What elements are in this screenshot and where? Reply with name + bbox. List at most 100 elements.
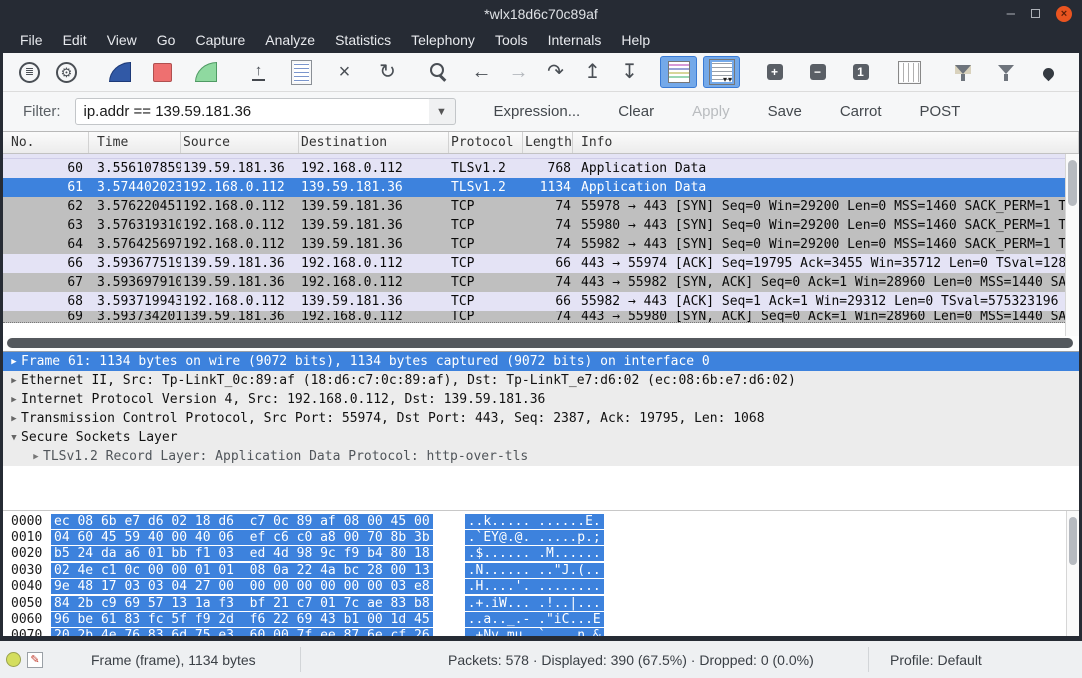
- expert-info-icon[interactable]: [6, 652, 21, 667]
- colorize-packets-icon[interactable]: [660, 56, 697, 88]
- filter-dropdown-button[interactable]: ▼: [429, 98, 456, 125]
- hex-row[interactable]: 0070 20 2b 4e 76 83 6d 75 e3 60 00 7f ee…: [3, 628, 1079, 636]
- capture-start-icon[interactable]: [101, 56, 138, 88]
- column-header-info[interactable]: Info: [573, 132, 1079, 153]
- menu-item[interactable]: Edit: [53, 29, 97, 51]
- column-header-destination[interactable]: Destination: [299, 132, 449, 153]
- save-capture-file-icon[interactable]: [283, 56, 320, 88]
- column-header-protocol[interactable]: Protocol: [449, 132, 523, 153]
- go-to-last-icon[interactable]: ↧: [611, 56, 648, 88]
- hex-bytes[interactable]: 9e 48 17 03 03 04 27 00 00 00 00 00 00 0…: [51, 579, 433, 594]
- filter-input[interactable]: [75, 98, 431, 125]
- packet-row[interactable]: 60 3.556107859 139.59.181.36 192.168.0.1…: [3, 159, 1065, 178]
- menu-item[interactable]: Help: [611, 29, 660, 51]
- detail-row[interactable]: ▶ Internet Protocol Version 4, Src: 192.…: [3, 390, 1079, 409]
- menu-item[interactable]: Go: [147, 29, 186, 51]
- menu-item[interactable]: Statistics: [325, 29, 401, 51]
- detail-row[interactable]: ▶ Ethernet II, Src: Tp-LinkT_0c:89:af (1…: [3, 371, 1079, 390]
- hex-bytes[interactable]: 20 2b 4e 76 83 6d 75 e3 60 00 7f ee 87 6…: [51, 628, 433, 636]
- hex-row[interactable]: 0040 9e 48 17 03 03 04 27 00 00 00 00 00…: [3, 579, 1079, 595]
- display-filters-icon[interactable]: [987, 56, 1024, 88]
- packet-row[interactable]: 69 3.593734201 139.59.181.36 192.168.0.1…: [3, 311, 1065, 323]
- expand-arrow-icon[interactable]: ▼: [7, 433, 21, 443]
- hex-scrollbar-thumb[interactable]: [1069, 517, 1077, 565]
- status-profile[interactable]: Profile: Default: [890, 652, 982, 668]
- packet-row[interactable]: 68 3.593719943 192.168.0.112 139.59.181.…: [3, 292, 1065, 311]
- hex-ascii[interactable]: .+.iW... .!..|...: [465, 596, 604, 611]
- hex-bytes[interactable]: 96 be 61 83 fc 5f f9 2d f6 22 69 43 b1 0…: [51, 612, 433, 627]
- packet-row[interactable]: 64 3.576425697 192.168.0.112 139.59.181.…: [3, 235, 1065, 254]
- expand-arrow-icon[interactable]: ▶: [7, 376, 21, 386]
- column-header-source[interactable]: Source: [181, 132, 299, 153]
- go-to-packet-icon[interactable]: ↷: [537, 56, 574, 88]
- horizontal-scrollbar[interactable]: [3, 336, 1079, 351]
- packet-row[interactable]: 61 3.574402023 192.168.0.112 139.59.181.…: [3, 178, 1065, 197]
- expand-arrow-icon[interactable]: ▶: [7, 395, 21, 405]
- go-to-first-icon[interactable]: ↥: [574, 56, 611, 88]
- hex-bytes[interactable]: b5 24 da a6 01 bb f1 03 ed 4d 98 9c f9 b…: [51, 546, 433, 561]
- capture-comment-icon[interactable]: ✎: [27, 652, 43, 668]
- reload-capture-icon[interactable]: ↻: [369, 56, 406, 88]
- capture-stop-icon[interactable]: [144, 56, 181, 88]
- list-interfaces-icon[interactable]: ≣: [11, 56, 48, 88]
- zoom-in-icon[interactable]: +: [756, 56, 793, 88]
- horizontal-scrollbar-thumb[interactable]: [7, 338, 1073, 348]
- hex-ascii[interactable]: +Nv.mu. `....n.&: [465, 628, 604, 636]
- auto-scroll-icon[interactable]: [703, 56, 740, 88]
- filter-button[interactable]: Clear: [618, 103, 654, 120]
- restore-button[interactable]: [1031, 9, 1040, 18]
- go-forward-icon[interactable]: →: [500, 56, 537, 88]
- packet-row[interactable]: 67 3.593697910 139.59.181.36 192.168.0.1…: [3, 273, 1065, 292]
- hex-ascii[interactable]: .`EY@.@. .....p.;: [465, 530, 604, 545]
- hex-bytes[interactable]: ec 08 6b e7 d6 02 18 d6 c7 0c 89 af 08 0…: [51, 514, 433, 529]
- coloring-rules-icon[interactable]: [1030, 56, 1067, 88]
- hex-row[interactable]: 0010 04 60 45 59 40 00 40 06 ef c6 c0 a8…: [3, 529, 1079, 545]
- find-packet-icon[interactable]: [418, 56, 455, 88]
- go-back-icon[interactable]: ←: [463, 56, 500, 88]
- packet-row[interactable]: 63 3.576319310 192.168.0.112 139.59.181.…: [3, 216, 1065, 235]
- hex-ascii[interactable]: .H....'. ........: [465, 579, 604, 594]
- menu-item[interactable]: Telephony: [401, 29, 485, 51]
- hex-bytes[interactable]: 84 2b c9 69 57 13 1a f3 bf 21 c7 01 7c a…: [51, 596, 433, 611]
- menu-item[interactable]: File: [10, 29, 53, 51]
- resize-columns-icon[interactable]: [891, 56, 928, 88]
- detail-row[interactable]: ▶ Transmission Control Protocol, Src Por…: [3, 409, 1079, 428]
- hex-row[interactable]: 0050 84 2b c9 69 57 13 1a f3 bf 21 c7 01…: [3, 595, 1079, 611]
- minimize-button[interactable]: –: [1007, 9, 1015, 19]
- packet-row[interactable]: 66 3.593677519 139.59.181.36 192.168.0.1…: [3, 254, 1065, 273]
- packet-row[interactable]: 62 3.576220451 192.168.0.112 139.59.181.…: [3, 197, 1065, 216]
- filter-button[interactable]: Carrot: [840, 103, 882, 120]
- hex-row[interactable]: 0030 02 4e c1 0c 00 00 01 01 08 0a 22 4a…: [3, 562, 1079, 578]
- hex-row[interactable]: 0060 96 be 61 83 fc 5f f9 2d f6 22 69 43…: [3, 611, 1079, 627]
- column-header-length[interactable]: Length: [523, 132, 573, 153]
- expand-arrow-icon[interactable]: ▶: [7, 357, 21, 367]
- menu-item[interactable]: Analyze: [255, 29, 325, 51]
- detail-row[interactable]: ▶ Frame 61: 1134 bytes on wire (9072 bit…: [3, 352, 1079, 371]
- close-capture-file-icon[interactable]: ×: [326, 56, 363, 88]
- menu-item[interactable]: View: [97, 29, 147, 51]
- hex-ascii[interactable]: .N...... .."J.(..: [465, 563, 604, 578]
- menu-item[interactable]: Tools: [485, 29, 538, 51]
- filter-button[interactable]: Expression...: [494, 103, 581, 120]
- hex-bytes[interactable]: 04 60 45 59 40 00 40 06 ef c6 c0 a8 00 7…: [51, 530, 433, 545]
- hex-bytes[interactable]: 02 4e c1 0c 00 00 01 01 08 0a 22 4a bc 2…: [51, 563, 433, 578]
- open-capture-file-icon[interactable]: ↑: [240, 56, 277, 88]
- filter-button[interactable]: Apply: [692, 103, 730, 120]
- hex-row[interactable]: 0020 b5 24 da a6 01 bb f1 03 ed 4d 98 9c…: [3, 546, 1079, 562]
- capture-options-icon[interactable]: ⚙: [48, 56, 85, 88]
- hex-ascii[interactable]: .$...... .M......: [465, 546, 604, 561]
- packet-list-scrollbar[interactable]: [1065, 154, 1079, 336]
- zoom-out-icon[interactable]: −: [799, 56, 836, 88]
- expand-arrow-icon[interactable]: ▶: [29, 452, 43, 462]
- capture-filters-icon[interactable]: [944, 56, 981, 88]
- preferences-icon[interactable]: ⚙: [1073, 56, 1082, 88]
- hex-scrollbar[interactable]: [1066, 511, 1079, 636]
- capture-restart-icon[interactable]: [187, 56, 224, 88]
- hex-ascii[interactable]: ..k..... ......E.: [465, 514, 604, 529]
- menu-item[interactable]: Capture: [185, 29, 255, 51]
- hex-ascii[interactable]: ..a.._.- ."iC...E: [465, 612, 604, 627]
- scrollbar-thumb[interactable]: [1068, 160, 1077, 206]
- detail-row[interactable]: ▶ TLSv1.2 Record Layer: Application Data…: [3, 447, 1079, 466]
- hex-row[interactable]: 0000 ec 08 6b e7 d6 02 18 d6 c7 0c 89 af…: [3, 513, 1079, 529]
- column-header-no[interactable]: No.: [3, 132, 89, 153]
